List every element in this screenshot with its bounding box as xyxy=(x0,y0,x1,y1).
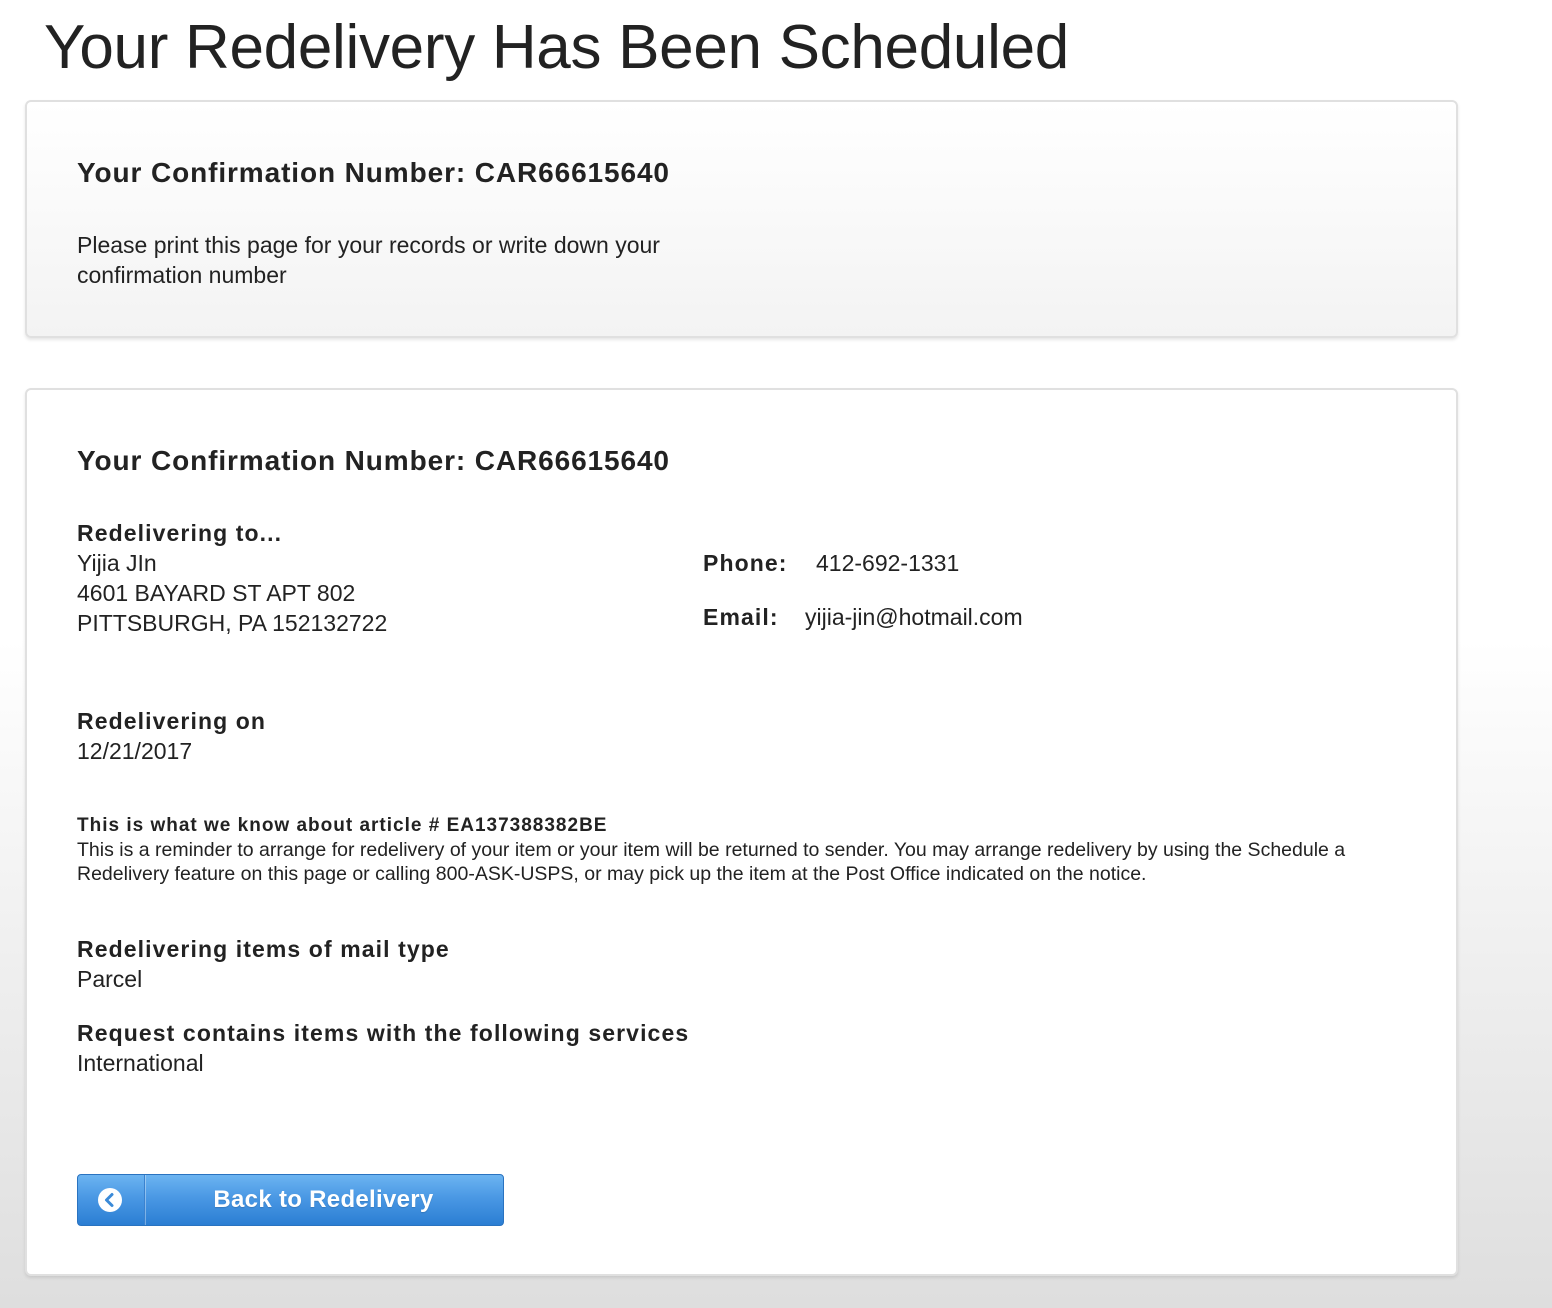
article-info-text: This is a reminder to arrange for redeli… xyxy=(77,839,1346,885)
redelivery-date: 12/21/2017 xyxy=(77,738,193,764)
confirmation-number-heading: Your Confirmation Number: CAR66615640 xyxy=(77,157,670,188)
confirmation-summary-panel: Your Confirmation Number: CAR66615640 Pl… xyxy=(25,100,1458,338)
address-line-2: PITTSBURGH, PA 152132722 xyxy=(77,610,388,636)
email-label: Email: xyxy=(703,604,779,630)
phone-label: Phone: xyxy=(703,550,788,576)
services-label: Request contains items with the followin… xyxy=(77,1020,690,1046)
email-value: yijia-jin@hotmail.com xyxy=(805,604,1023,630)
services-value: International xyxy=(77,1050,204,1076)
mail-type-label: Redelivering items of mail type xyxy=(77,936,450,962)
redelivery-details-panel: Your Confirmation Number: CAR66615640 Re… xyxy=(25,388,1458,1276)
address-line-1: 4601 BAYARD ST APT 802 xyxy=(77,580,356,606)
chevron-left-circle-icon xyxy=(98,1188,122,1212)
back-to-redelivery-button[interactable]: Back to Redelivery xyxy=(77,1174,504,1226)
redelivering-to-label: Redelivering to... xyxy=(77,520,283,546)
confirmation-number-heading-details: Your Confirmation Number: CAR66615640 xyxy=(77,445,670,476)
print-records-note: Please print this page for your records … xyxy=(77,232,660,288)
back-button-label: Back to Redelivery xyxy=(213,1186,434,1213)
article-info-label: This is what we know about article # EA1… xyxy=(77,815,608,836)
back-button-icon-area xyxy=(78,1175,145,1225)
redelivering-on-label: Redelivering on xyxy=(77,708,267,734)
phone-value: 412-692-1331 xyxy=(816,550,960,576)
page-title: Your Redelivery Has Been Scheduled xyxy=(44,13,1069,82)
mail-type-value: Parcel xyxy=(77,966,143,992)
recipient-name: Yijia JIn xyxy=(77,550,157,576)
